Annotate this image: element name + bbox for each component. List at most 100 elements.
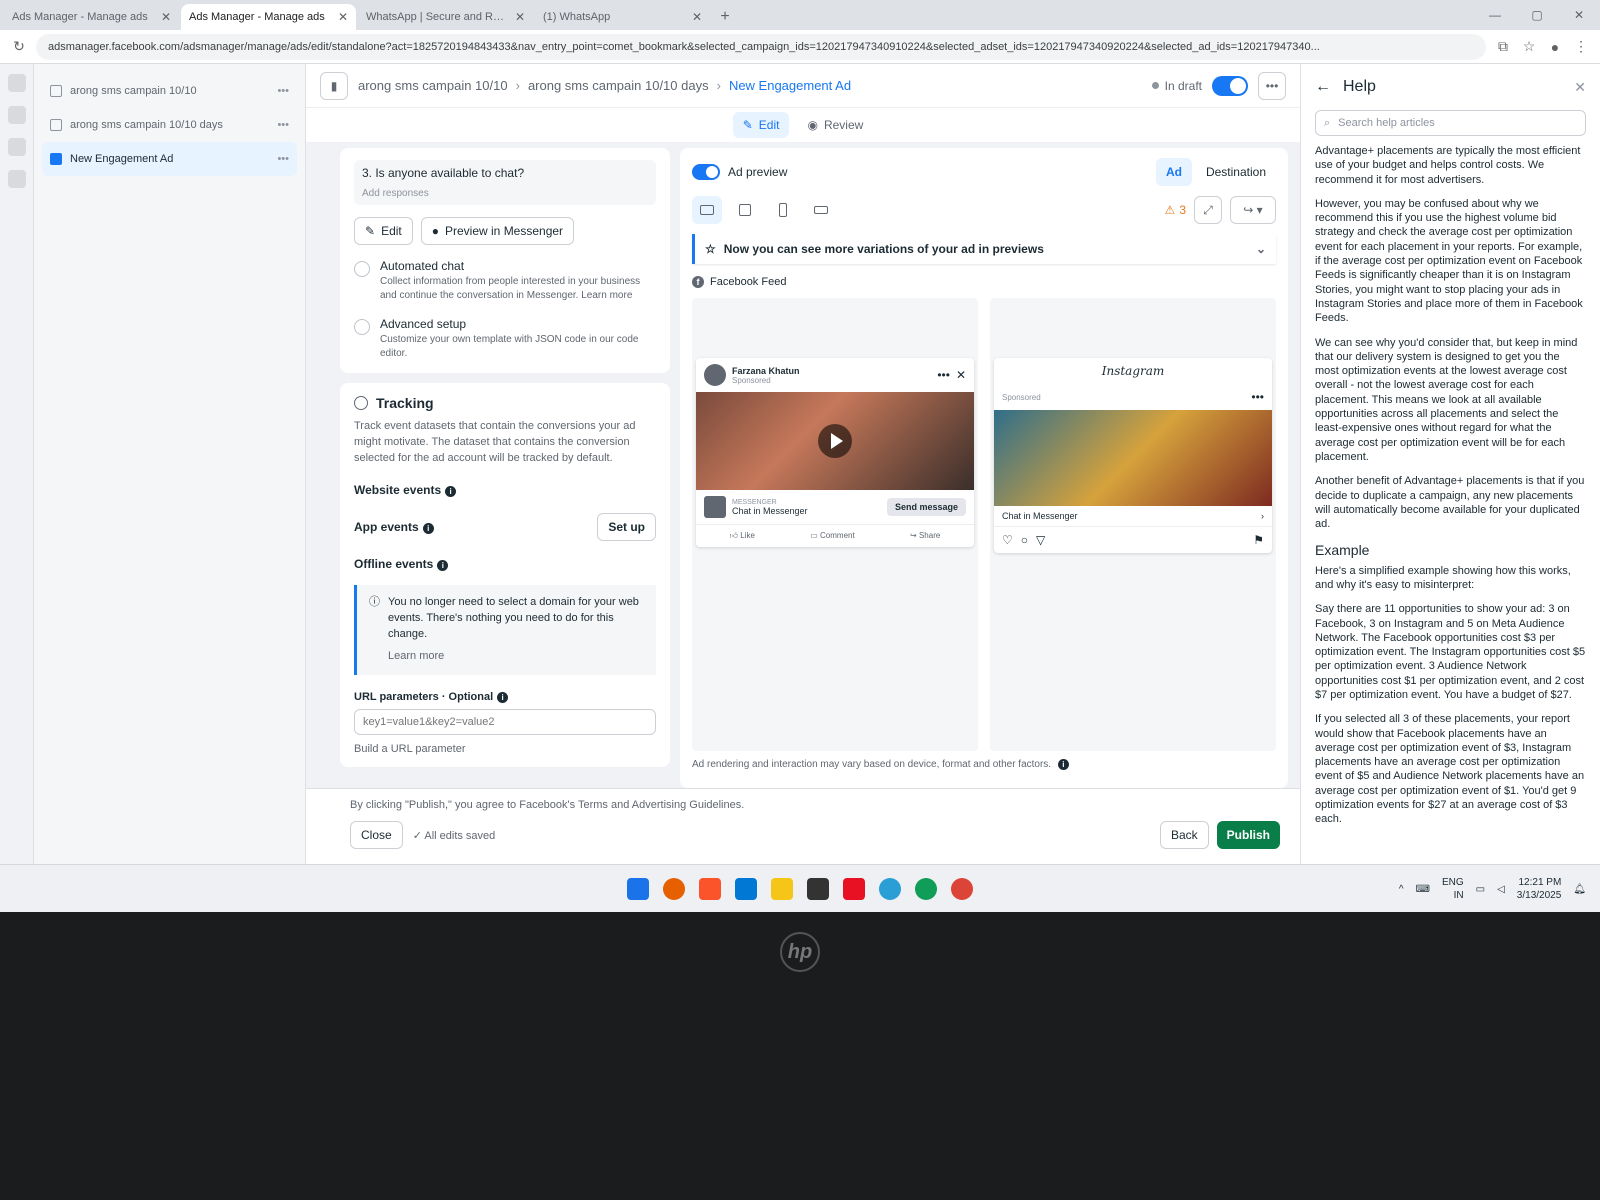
tree-item-ad[interactable]: New Engagement Ad ••• bbox=[42, 142, 297, 176]
url-field[interactable]: adsmanager.facebook.com/adsmanager/manag… bbox=[36, 33, 1486, 60]
play-icon[interactable] bbox=[818, 424, 852, 458]
close-tab-icon[interactable]: ✕ bbox=[338, 10, 348, 24]
send-icon[interactable]: ▽ bbox=[1036, 533, 1045, 547]
browser-tab[interactable]: (1) WhatsApp ✕ bbox=[535, 4, 710, 30]
reload-icon[interactable]: ↻ bbox=[10, 38, 28, 55]
close-tab-icon[interactable]: ✕ bbox=[692, 10, 702, 24]
more-icon[interactable]: ••• bbox=[277, 85, 289, 97]
firefox-icon[interactable] bbox=[663, 877, 685, 900]
more-icon[interactable]: ••• bbox=[277, 153, 289, 165]
edit-mode-button[interactable]: ✎ Edit bbox=[732, 112, 790, 138]
learn-more-link[interactable]: Learn more bbox=[388, 649, 644, 665]
ig-ad-image[interactable] bbox=[994, 410, 1272, 506]
info-icon[interactable]: i bbox=[437, 559, 449, 571]
add-responses-link[interactable]: Add responses bbox=[362, 188, 648, 199]
tree-item-campaign[interactable]: arong sms campain 10/10 ••• bbox=[42, 74, 297, 108]
radio-circle-icon[interactable] bbox=[354, 261, 370, 277]
facebook-ad-mock[interactable]: Farzana Khatun Sponsored ••• ✕ MESSENGER C… bbox=[696, 358, 974, 547]
brave-icon[interactable] bbox=[699, 877, 721, 900]
browser-menu-icon[interactable]: ⋮ bbox=[1572, 38, 1590, 55]
ad-active-toggle[interactable] bbox=[1212, 75, 1248, 96]
file-explorer-icon[interactable] bbox=[771, 877, 793, 900]
edit-chat-button[interactable]: ✎ Edit bbox=[354, 217, 413, 245]
breadcrumb-ad[interactable]: New Engagement Ad bbox=[729, 78, 851, 93]
advanced-setup-option[interactable]: Advanced setup Customize your own templat… bbox=[354, 317, 656, 361]
breadcrumb-campaign[interactable]: arong sms campain 10/10 bbox=[358, 78, 508, 93]
info-icon[interactable]: i bbox=[497, 691, 509, 703]
clock[interactable]: 12:21 PM 3/13/2025 bbox=[1517, 876, 1562, 902]
bookmark-star-icon[interactable]: ☆ bbox=[1520, 38, 1538, 55]
info-icon[interactable]: i bbox=[445, 485, 457, 497]
close-icon[interactable]: ✕ bbox=[1574, 79, 1586, 96]
preview-messenger-button[interactable]: ● Preview in Messenger bbox=[420, 217, 575, 245]
toggle-panel-icon[interactable]: ▮ bbox=[320, 71, 348, 100]
store-icon[interactable] bbox=[843, 877, 865, 900]
keyboard-icon[interactable]: ⌨ bbox=[1416, 884, 1430, 895]
variations-banner[interactable]: ☆ Now you can see more variations of you… bbox=[692, 234, 1276, 264]
url-params-input[interactable] bbox=[354, 708, 656, 735]
instagram-ad-mock[interactable]: Instagram Sponsored ••• Chat in Messenger… bbox=[994, 358, 1272, 553]
tab-ad[interactable]: Ad bbox=[1155, 158, 1192, 186]
share-dropdown-icon[interactable]: ↪ ▾ bbox=[1230, 196, 1276, 224]
setup-button[interactable]: Set up bbox=[597, 512, 656, 541]
close-tab-icon[interactable]: ✕ bbox=[161, 10, 171, 24]
landscape-format-icon[interactable] bbox=[806, 196, 836, 224]
ad-preview-toggle[interactable] bbox=[692, 164, 720, 180]
rail-edit-icon[interactable] bbox=[7, 138, 26, 156]
chevron-down-icon[interactable]: ⌄ bbox=[1256, 242, 1266, 256]
new-tab-icon[interactable]: + bbox=[712, 4, 738, 30]
save-icon[interactable]: ⚑ bbox=[1253, 533, 1264, 547]
send-message-button[interactable]: Send message bbox=[886, 498, 966, 516]
more-icon[interactable]: ••• bbox=[937, 368, 950, 382]
terminal-icon[interactable] bbox=[807, 877, 829, 900]
info-icon[interactable]: i bbox=[1057, 759, 1069, 770]
feed-format-icon[interactable] bbox=[730, 196, 760, 224]
maximize-icon[interactable]: ▢ bbox=[1516, 8, 1558, 22]
comment-icon[interactable]: ○ bbox=[1021, 533, 1028, 547]
install-icon[interactable]: ⧉ bbox=[1494, 38, 1512, 55]
expand-icon[interactable]: ⤢ bbox=[1194, 196, 1222, 224]
automated-chat-option[interactable]: Automated chat Collect information from p… bbox=[354, 259, 656, 303]
vscode-icon[interactable] bbox=[735, 877, 757, 900]
rail-menu-icon[interactable] bbox=[7, 74, 26, 92]
story-format-icon[interactable] bbox=[768, 196, 798, 224]
volume-icon[interactable]: ◁ bbox=[1497, 884, 1505, 895]
browser-tab[interactable]: WhatsApp | Secure and Reliab ✕ bbox=[358, 4, 533, 30]
help-search[interactable]: ⌕ Search help articles bbox=[1315, 110, 1586, 136]
chevron-up-icon[interactable]: ^ bbox=[1399, 884, 1404, 895]
browser-tab-active[interactable]: Ads Manager - Manage ads ✕ bbox=[181, 4, 356, 30]
more-icon[interactable]: ••• bbox=[277, 119, 289, 131]
radio-circle-icon[interactable] bbox=[354, 319, 370, 335]
ad-video[interactable] bbox=[696, 392, 974, 490]
comment-button[interactable]: ▭ Comment bbox=[810, 531, 854, 541]
close-tab-icon[interactable]: ✕ bbox=[515, 10, 525, 24]
minimize-icon[interactable]: — bbox=[1474, 8, 1516, 22]
heart-icon[interactable]: ♡ bbox=[1002, 533, 1013, 547]
browser-tab[interactable]: Ads Manager - Manage ads ✕ bbox=[4, 4, 179, 30]
review-mode-button[interactable]: ◉ Review bbox=[797, 112, 873, 138]
edge-dev-icon[interactable] bbox=[915, 877, 937, 900]
network-icon[interactable]: ▭ bbox=[1476, 884, 1485, 895]
close-button[interactable]: Close bbox=[350, 821, 403, 849]
share-button[interactable]: ↪ Share bbox=[910, 531, 940, 541]
notification-bell-icon[interactable]: 🔔︎ bbox=[1573, 884, 1586, 895]
close-window-icon[interactable]: ✕ bbox=[1558, 8, 1600, 22]
language-indicator[interactable]: ENG IN bbox=[1442, 876, 1464, 902]
back-arrow-icon[interactable]: ← bbox=[1315, 78, 1331, 96]
like-button[interactable]: 👍︎ Like bbox=[730, 531, 755, 541]
edge-icon[interactable] bbox=[879, 877, 901, 900]
all-placements-icon[interactable] bbox=[692, 196, 722, 224]
back-button[interactable]: Back bbox=[1159, 821, 1209, 849]
close-icon[interactable]: ✕ bbox=[956, 368, 966, 382]
more-options-icon[interactable]: ••• bbox=[1258, 71, 1286, 100]
ig-cta-row[interactable]: Chat in Messenger › bbox=[994, 506, 1272, 527]
breadcrumb-adset[interactable]: arong sms campain 10/10 days bbox=[528, 78, 709, 93]
rail-chart-icon[interactable] bbox=[7, 106, 26, 124]
info-icon[interactable]: i bbox=[422, 522, 434, 534]
profile-icon[interactable]: ● bbox=[1546, 39, 1564, 55]
rail-clock-icon[interactable] bbox=[7, 170, 26, 188]
tab-destination[interactable]: Destination bbox=[1196, 158, 1276, 186]
more-icon[interactable]: ••• bbox=[1251, 390, 1264, 404]
start-icon[interactable] bbox=[627, 877, 649, 900]
build-url-link[interactable]: Build a URL parameter bbox=[354, 743, 656, 755]
